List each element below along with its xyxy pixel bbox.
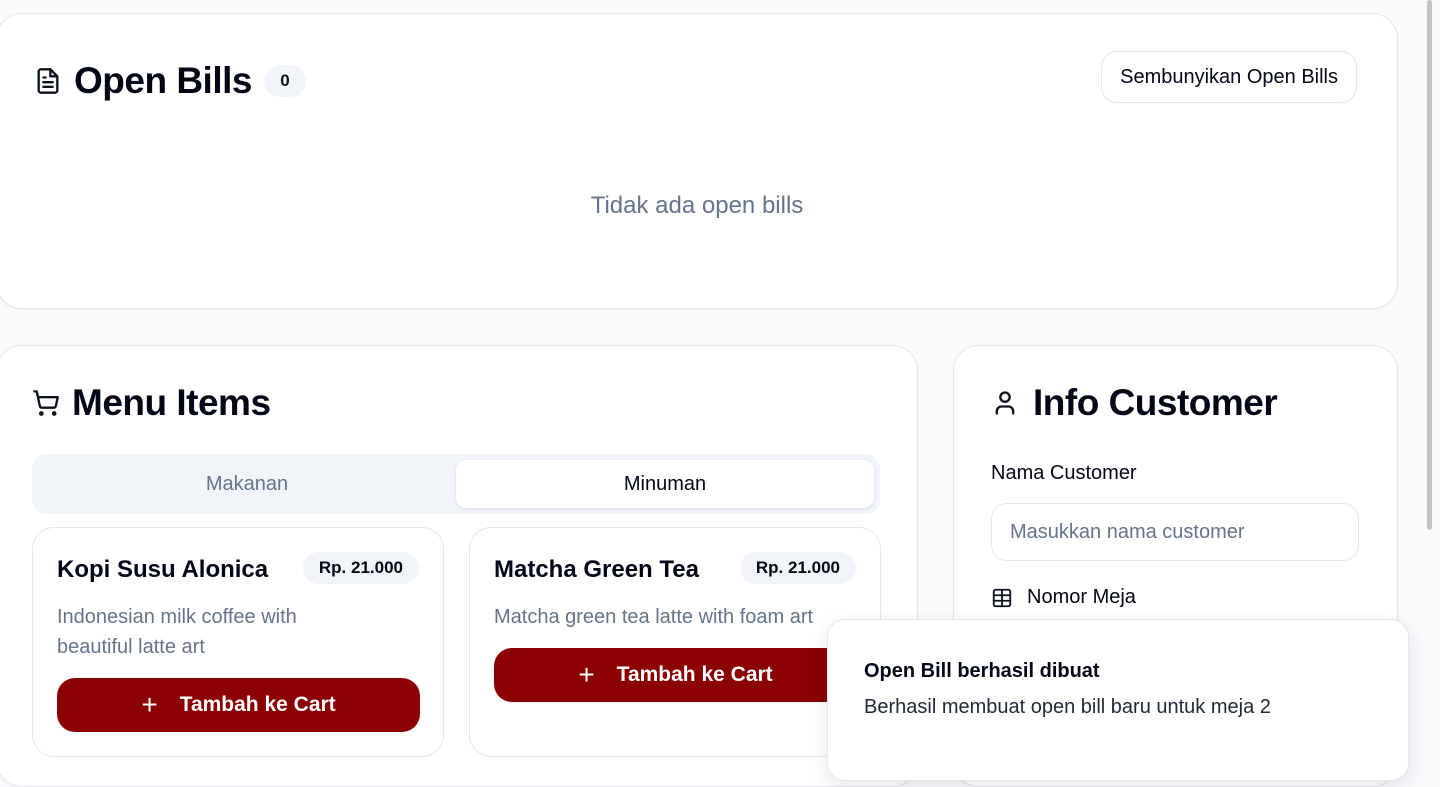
menu-items-title: Menu Items	[72, 382, 271, 423]
customer-info-header: Info Customer	[991, 382, 1278, 424]
open-bills-count-badge: 0	[263, 65, 306, 97]
price-badge: Rp. 21.000	[739, 552, 856, 584]
category-tabs: Makanan Minuman	[32, 454, 880, 514]
table-number-label: Nomor Meja	[1027, 586, 1136, 608]
plus-icon: +	[141, 689, 158, 720]
product-card: Matcha Green Tea Rp. 21.000 Matcha green…	[469, 527, 881, 757]
table-number-label-row: Nomor Meja	[991, 586, 1136, 609]
product-description: Matcha green tea latte with foam art	[494, 606, 814, 628]
page-scrollbar[interactable]	[1427, 0, 1432, 530]
file-text-icon	[34, 67, 62, 95]
menu-items-header: Menu Items	[32, 382, 271, 424]
hide-open-bills-button[interactable]: Sembunyikan Open Bills	[1101, 51, 1357, 103]
add-to-cart-button[interactable]: + Tambah ke Cart	[57, 678, 420, 732]
plus-icon: +	[578, 659, 595, 690]
add-to-cart-label: Tambah ke Cart	[616, 663, 773, 686]
menu-items-card: Menu Items Makanan Minuman Kopi Susu Alo…	[0, 345, 918, 787]
tab-makanan[interactable]: Makanan	[38, 460, 456, 508]
customer-name-label: Nama Customer	[991, 462, 1137, 484]
price-badge: Rp. 21.000	[302, 552, 419, 584]
table-grid-icon	[991, 587, 1013, 609]
product-name: Kopi Susu Alonica	[57, 556, 269, 583]
product-description: Indonesian milk coffee with beautiful la…	[57, 606, 297, 658]
customer-info-title: Info Customer	[1033, 382, 1278, 423]
add-to-cart-button[interactable]: + Tambah ke Cart	[494, 648, 857, 702]
open-bills-header: Open Bills 0	[34, 60, 306, 102]
product-card: Kopi Susu Alonica Rp. 21.000 Indonesian …	[32, 527, 444, 757]
toast-title: Open Bill berhasil dibuat	[864, 660, 1100, 682]
open-bills-card: Open Bills 0 Sembunyikan Open Bills Tida…	[0, 13, 1398, 309]
customer-name-input[interactable]	[991, 503, 1359, 561]
tab-minuman[interactable]: Minuman	[456, 460, 874, 508]
user-icon	[991, 389, 1019, 417]
open-bills-empty-text: Tidak ada open bills	[590, 192, 804, 219]
toast-description: Berhasil membuat open bill baru untuk me…	[864, 696, 1271, 718]
add-to-cart-label: Tambah ke Cart	[179, 693, 336, 716]
cart-icon	[32, 389, 60, 417]
open-bills-title: Open Bills	[74, 60, 252, 101]
product-name: Matcha Green Tea	[494, 556, 699, 583]
